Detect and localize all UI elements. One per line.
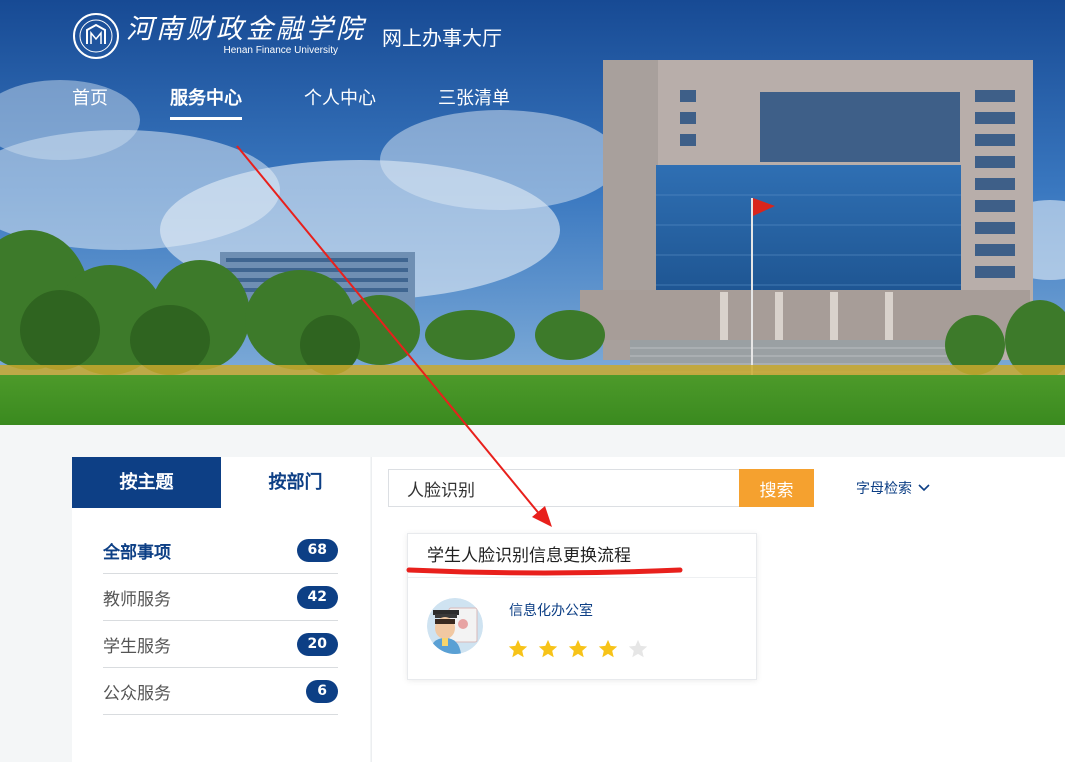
rating-stars (507, 638, 657, 660)
portal-title: 网上办事大厅 (382, 25, 502, 50)
results-panel: 搜索 字母检索 学生人脸识别信息更换流程 (371, 457, 1065, 762)
search-button[interactable]: 搜索 (739, 469, 814, 507)
category-count-badge: 20 (296, 632, 338, 656)
star-filled-icon (598, 639, 618, 658)
star-filled-icon (508, 639, 528, 658)
category-label: 教师服务 (103, 589, 171, 610)
graduate-avatar-icon (427, 598, 483, 654)
nav-service-center[interactable]: 服务中心 (170, 84, 242, 120)
nav-home[interactable]: 首页 (72, 84, 108, 120)
school-name-cn: 河南财政金融学院 (126, 14, 366, 45)
category-all[interactable]: 全部事项 68 (103, 527, 338, 574)
star-filled-icon (538, 639, 558, 658)
search-bar: 搜索 字母检索 (388, 469, 930, 507)
site-logo[interactable]: 河南财政金融学院 Henan Finance University 网上办事大厅 (72, 12, 502, 60)
search-input[interactable] (388, 469, 739, 507)
category-public[interactable]: 公众服务 6 (103, 668, 338, 715)
service-card[interactable]: 学生人脸识别信息更换流程 信息化办公室 (407, 533, 757, 680)
nav-personal-center[interactable]: 个人中心 (304, 84, 376, 120)
alphabet-search-dropdown[interactable]: 字母检索 (856, 478, 930, 498)
star-filled-icon (568, 639, 588, 658)
category-teacher[interactable]: 教师服务 42 (103, 574, 338, 621)
category-sidebar: 按主题 按部门 全部事项 68 教师服务 42 学生服务 20 公众服务 6 (72, 457, 370, 762)
category-label: 全部事项 (103, 542, 171, 563)
category-list: 全部事项 68 教师服务 42 学生服务 20 公众服务 6 (72, 527, 370, 715)
tab-by-theme[interactable]: 按主题 (72, 457, 221, 508)
alphabet-search-label: 字母检索 (856, 481, 912, 497)
category-count-badge: 6 (306, 679, 338, 703)
category-label: 公众服务 (103, 683, 171, 704)
star-empty-icon (628, 639, 648, 658)
campus-photo (0, 0, 1065, 425)
category-student[interactable]: 学生服务 20 (103, 621, 338, 668)
category-label: 学生服务 (103, 636, 171, 657)
school-name-en: Henan Finance University (223, 45, 339, 56)
nav-three-lists[interactable]: 三张清单 (438, 84, 510, 120)
chevron-down-icon (918, 484, 930, 492)
category-count-badge: 68 (296, 538, 338, 562)
department-avatar (427, 598, 483, 654)
service-title[interactable]: 学生人脸识别信息更换流程 (408, 534, 756, 578)
department-name: 信息化办公室 (509, 603, 593, 619)
tab-by-department[interactable]: 按部门 (221, 457, 370, 508)
category-count-badge: 42 (296, 585, 338, 609)
sidebar-tabs: 按主题 按部门 (72, 457, 370, 508)
university-seal-icon (73, 13, 119, 59)
main-nav: 首页 服务中心 个人中心 三张清单 (72, 84, 572, 120)
hero-banner: 河南财政金融学院 Henan Finance University 网上办事大厅… (0, 0, 1065, 425)
